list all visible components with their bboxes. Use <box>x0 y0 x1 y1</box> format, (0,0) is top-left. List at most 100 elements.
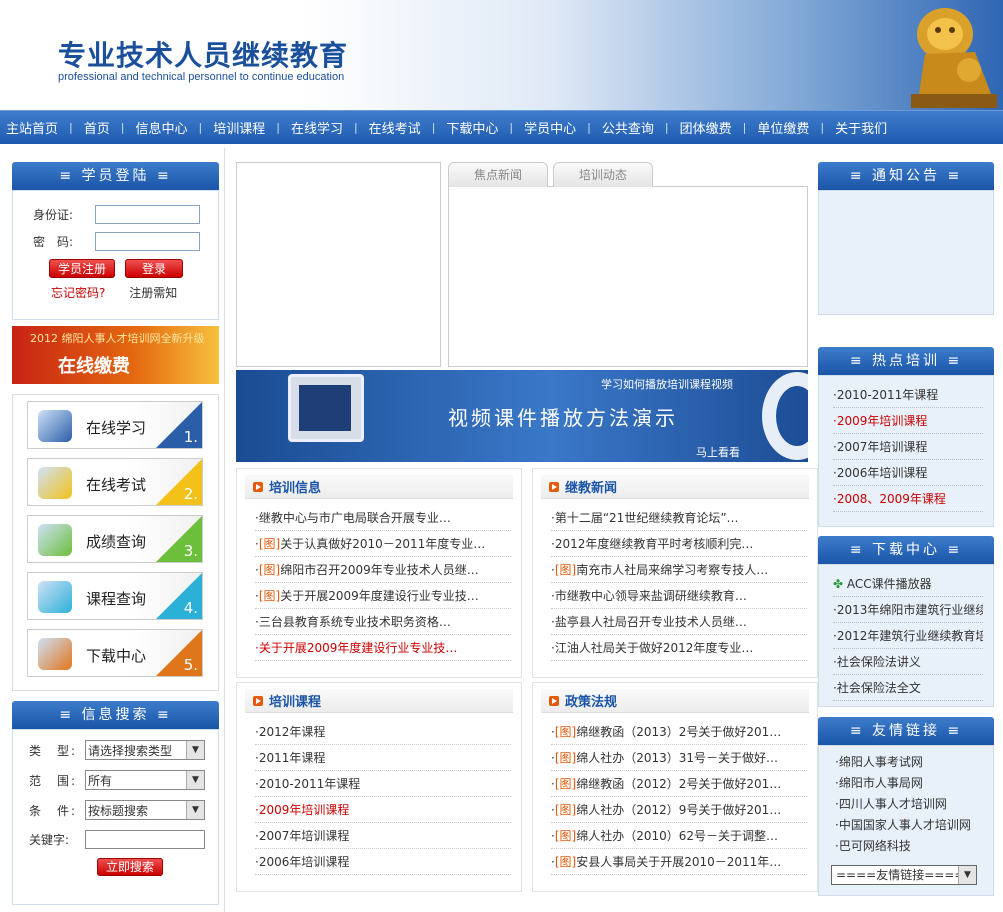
monitor-icon <box>288 374 364 442</box>
image-tag: [图] <box>258 589 281 603</box>
list-item[interactable]: ·2012年课程 <box>255 719 511 745</box>
list-item[interactable]: ·关于开展2009年度建设行业专业技… <box>255 635 511 661</box>
nav-item[interactable]: 培训课程 <box>213 118 265 137</box>
nav-separator: | <box>120 121 125 134</box>
links-panel: ·绵阳人事考试网 ·绵阳市人事局网 ·四川人事人才培训网 ·中国国家人事人才培训网 ·巴… <box>818 745 994 896</box>
download-item[interactable]: ·社会保险法讲义 <box>833 649 983 675</box>
hot-training-item[interactable]: ·2010-2011年课程 <box>833 382 983 408</box>
download-item[interactable]: ·社会保险法全文 <box>833 675 983 701</box>
chevron-down-icon: ▼ <box>958 866 976 884</box>
list-item-text: 2007年培训课程 <box>258 829 350 843</box>
download-item[interactable]: ·2012年建筑行业继续教育培 <box>833 623 983 649</box>
list-item[interactable]: ·[图]绵人社办（2013）31号－关于做好… <box>551 745 807 771</box>
range-select[interactable]: 所有 ▼ <box>85 770 205 790</box>
nav-item[interactable]: 在线学习 <box>291 118 343 137</box>
quick-menu-item[interactable]: 在线学习 1. <box>27 401 203 449</box>
list-item[interactable]: ·[图]绵人社办（2012）9号关于做好201… <box>551 797 807 823</box>
news-section: 培训信息 ·继教中心与市广电局联合开展专业… ·[图]关于认真做好2010－2011… <box>236 468 522 678</box>
id-input[interactable] <box>95 205 200 224</box>
hot-training-item[interactable]: ·2008、2009年课程 <box>833 486 983 512</box>
quick-menu-label: 在线学习 <box>86 419 147 437</box>
section-header: 继教新闻 <box>541 475 809 499</box>
nav-item[interactable]: 下载中心 <box>446 118 498 137</box>
list-item[interactable]: ·[图]关于认真做好2010－2011年度专业… <box>255 531 511 557</box>
list-item[interactable]: ·2011年课程 <box>255 745 511 771</box>
nav-item[interactable]: 公共查询 <box>602 118 654 137</box>
list-item[interactable]: ·2012年度继续教育平时考核顺利完… <box>551 531 807 557</box>
friend-link[interactable]: ·中国国家人事人才培训网 <box>835 815 985 836</box>
list-item[interactable]: ·江油人社局关于做好2012年度专业… <box>551 635 807 661</box>
list-item[interactable]: ·[图]绵人社办（2010）62号－关于调整… <box>551 823 807 849</box>
type-select[interactable]: 请选择搜索类型 ▼ <box>85 740 205 760</box>
list-item[interactable]: ·[图]绵阳市召开2009年专业技术人员继… <box>255 557 511 583</box>
focus-image-area <box>236 162 441 367</box>
nav-item[interactable]: 单位缴费 <box>757 118 809 137</box>
section-title: 继教新闻 <box>565 481 618 496</box>
hot-training-item[interactable]: ·2006年培训课程 <box>833 460 983 486</box>
forgot-password-link[interactable]: 忘记密码? <box>51 286 105 300</box>
tab-focus-news[interactable]: 焦点新闻 <box>448 162 548 187</box>
list-item[interactable]: ·[图]绵继教函（2012）2号关于做好201… <box>551 771 807 797</box>
list-item[interactable]: ·2010-2011年课程 <box>255 771 511 797</box>
links-select[interactable]: ====友情链接==== ▼ <box>831 865 977 885</box>
list-item[interactable]: ·[图]绵继教函（2013）2号关于做好201… <box>551 719 807 745</box>
banner-link[interactable]: 马上看看 <box>696 444 740 460</box>
list-item[interactable]: ·2009年培训课程 <box>255 797 511 823</box>
login-panel: 身份证: 密 码: 学员注册 登录 忘记密码? 注册需知 <box>12 190 219 320</box>
password-input[interactable] <box>95 232 200 251</box>
list-item[interactable]: ·盐亭县人社局召开专业技术人员继… <box>551 609 807 635</box>
list-item[interactable]: ·[图]安县人事局关于开展2010－2011年… <box>551 849 807 875</box>
quick-menu-item[interactable]: 课程查询 4. <box>27 572 203 620</box>
condition-select[interactable]: 按标题搜索 ▼ <box>85 800 205 820</box>
nav-item[interactable]: 主站首页 <box>6 118 58 137</box>
list-item[interactable]: ·继教中心与市广电局联合开展专业… <box>255 505 511 531</box>
quick-menu-item[interactable]: 下载中心 5. <box>27 629 203 677</box>
download-item[interactable]: ✤ ACC课件播放器 <box>833 571 983 597</box>
section-title: 培训信息 <box>269 481 322 496</box>
chevron-down-icon: ▼ <box>186 771 204 789</box>
friend-link-text: 绵阳人事考试网 <box>838 755 923 769</box>
video-tutorial-banner[interactable]: 学习如何播放培训课程视频 视频课件播放方法演示 马上看看 <box>236 370 808 462</box>
list-item[interactable]: ·2007年培训课程 <box>255 823 511 849</box>
nav-item[interactable]: 关于我们 <box>835 118 887 137</box>
list-item[interactable]: ·三台县教育系统专业技术职务资格… <box>255 609 511 635</box>
nav-item[interactable]: 在线考试 <box>369 118 421 137</box>
nav-item[interactable]: 信息中心 <box>135 118 187 137</box>
list-item[interactable]: ·第十二届“21世纪继续教育论坛”… <box>551 505 807 531</box>
image-tag: [图] <box>554 725 577 739</box>
nav-item[interactable]: 学员中心 <box>524 118 576 137</box>
list-item[interactable]: ·2006年培训课程 <box>255 849 511 875</box>
register-notice-link[interactable]: 注册需知 <box>129 286 177 300</box>
nav-item[interactable]: 团体缴费 <box>680 118 732 137</box>
image-tag: [图] <box>554 803 577 817</box>
hot-training-item[interactable]: ·2009年培训课程 <box>833 408 983 434</box>
list-item-text: 2006年培训课程 <box>258 855 350 869</box>
download-item[interactable]: ·2013年绵阳市建筑行业继续 <box>833 597 983 623</box>
tab-training-news[interactable]: 培训动态 <box>553 162 653 187</box>
list-item-text: 2009年培训课程 <box>258 803 350 817</box>
friend-link[interactable]: ·巴可网络科技 <box>835 836 985 857</box>
hot-training-title: ≡ 热点培训 ≡ <box>818 347 994 375</box>
online-payment-banner[interactable]: 2012 绵阳人事人才培训网全新升级 在线缴费 <box>12 326 219 384</box>
keyword-input[interactable] <box>85 830 205 849</box>
list-item[interactable]: ·市继教中心领导来盐调研继续教育… <box>551 583 807 609</box>
register-button[interactable]: 学员注册 <box>49 259 116 278</box>
image-tag: [图] <box>258 537 281 551</box>
friend-link[interactable]: ·绵阳市人事局网 <box>835 773 985 794</box>
nav-item[interactable]: 首页 <box>84 118 110 137</box>
quick-menu-item[interactable]: 在线考试 2. <box>27 458 203 506</box>
login-button[interactable]: 登录 <box>125 259 184 278</box>
hot-training-text: 2007年培训课程 <box>836 440 928 454</box>
chevron-down-icon: ▼ <box>186 801 204 819</box>
right-column: ≡ 通知公告 ≡ ≡ 热点培训 ≡ ·2010-2011年课程 ·2009年培训课… <box>818 162 994 896</box>
friend-link[interactable]: ·绵阳人事考试网 <box>835 752 985 773</box>
nav-separator: | <box>820 121 825 134</box>
list-item[interactable]: ·[图]关于开展2009年度建设行业专业技… <box>255 583 511 609</box>
hot-training-item[interactable]: ·2007年培训课程 <box>833 434 983 460</box>
list-item[interactable]: ·[图]南充市人社局来绵学习考察专技人… <box>551 557 807 583</box>
friend-link[interactable]: ·四川人事人才培训网 <box>835 794 985 815</box>
search-button[interactable]: 立即搜索 <box>97 858 164 876</box>
quick-menu-number: 3. <box>183 542 198 560</box>
list-item-text: 盐亭县人社局召开专业技术人员继… <box>554 615 747 629</box>
quick-menu-item[interactable]: 成绩查询 3. <box>27 515 203 563</box>
